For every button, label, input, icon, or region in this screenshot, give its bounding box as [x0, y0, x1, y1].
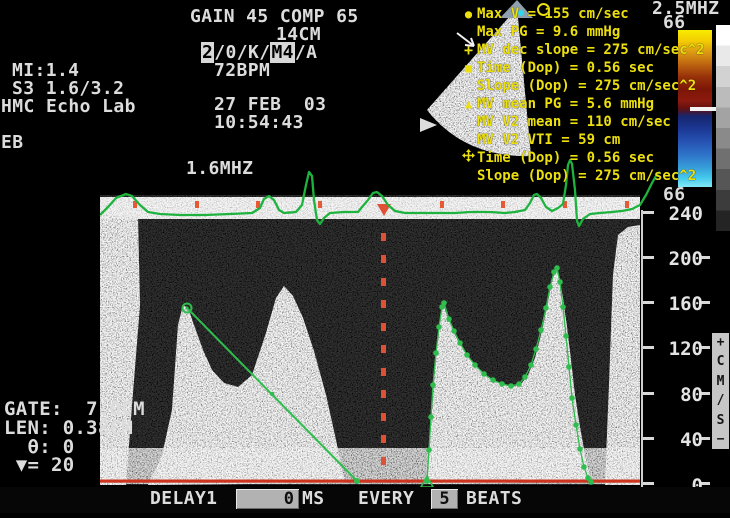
- measurement-row: MV V2 mean = 110 cm/sec: [460, 113, 728, 131]
- ultrasound-screen: 240 200 160 120 80 40 0 + C M / S − GAIN…: [0, 0, 730, 518]
- mode-badge-m4: M4: [270, 42, 294, 63]
- angle-correct-label: ▼= 20: [4, 456, 74, 476]
- axis-tick-80: 80: [655, 384, 703, 406]
- measurement-row: +MV dec slope = 275 cm/sec^2: [460, 41, 728, 59]
- beats-value-field[interactable]: 5: [431, 489, 458, 509]
- heart-rate-label: 72BPM: [214, 62, 270, 81]
- measurement-panel: ●Max V = 155 cm/sec Max PG = 9.6 mmHg +M…: [460, 5, 728, 185]
- measurement-row: Slope (Dop) = 275 cm/sec^2: [460, 167, 728, 185]
- baseline: [100, 480, 640, 483]
- circle-bullet-icon: ●: [460, 5, 477, 23]
- move-bullet-icon: [460, 149, 477, 167]
- focus-wedge-icon: [420, 118, 437, 132]
- gain-comp-label: GAIN 45 COMP 65: [190, 8, 359, 27]
- measurement-row: ▲MV mean PG = 5.6 mmHg: [460, 95, 728, 113]
- measurement-row: Max PG = 9.6 mmHg: [460, 23, 728, 41]
- plus-bullet-icon: +: [460, 41, 477, 59]
- gray-value-bottom: 66: [663, 186, 685, 205]
- axis-tick-40: 40: [655, 429, 703, 451]
- axis-tick-240: 240: [655, 203, 703, 225]
- axis-tick-160: 160: [655, 293, 703, 315]
- triangle-bullet-icon: ▲: [460, 95, 477, 113]
- beats-unit-label: BEATS: [466, 490, 522, 509]
- axis-line: [641, 210, 643, 490]
- operator-label: EB: [1, 134, 23, 153]
- measurement-row: ■Time (Dop) = 0.56 sec: [460, 59, 728, 77]
- delay-value-field[interactable]: 0: [236, 489, 299, 509]
- spectral-doppler-display: [100, 155, 660, 490]
- institution-label: HMC Echo Lab: [1, 98, 136, 117]
- delay-label: DELAY1: [150, 490, 217, 509]
- every-label: EVERY: [358, 490, 414, 509]
- measurement-row: ●Max V = 155 cm/sec: [460, 5, 728, 23]
- time-label: 10:54:43: [214, 114, 304, 133]
- footer-bar: DELAY1 0 MS EVERY 5 BEATS: [0, 487, 730, 513]
- mode-badge-2: 2: [201, 42, 214, 63]
- square-bullet-icon: ■: [460, 59, 477, 77]
- axis-tick-120: 120: [655, 338, 703, 360]
- measurement-row: Slope (Dop) = 275 cm/sec^2: [460, 77, 728, 95]
- measurement-row: MV V2 VTI = 59 cm: [460, 131, 728, 149]
- delay-unit-label: MS: [302, 490, 324, 509]
- axis-tick-200: 200: [655, 248, 703, 270]
- measurement-row: Time (Dop) = 0.56 sec: [460, 149, 728, 167]
- doppler-frequency-label: 1.6MHZ: [186, 160, 253, 179]
- axis-unit-label: + C M / S −: [712, 333, 729, 449]
